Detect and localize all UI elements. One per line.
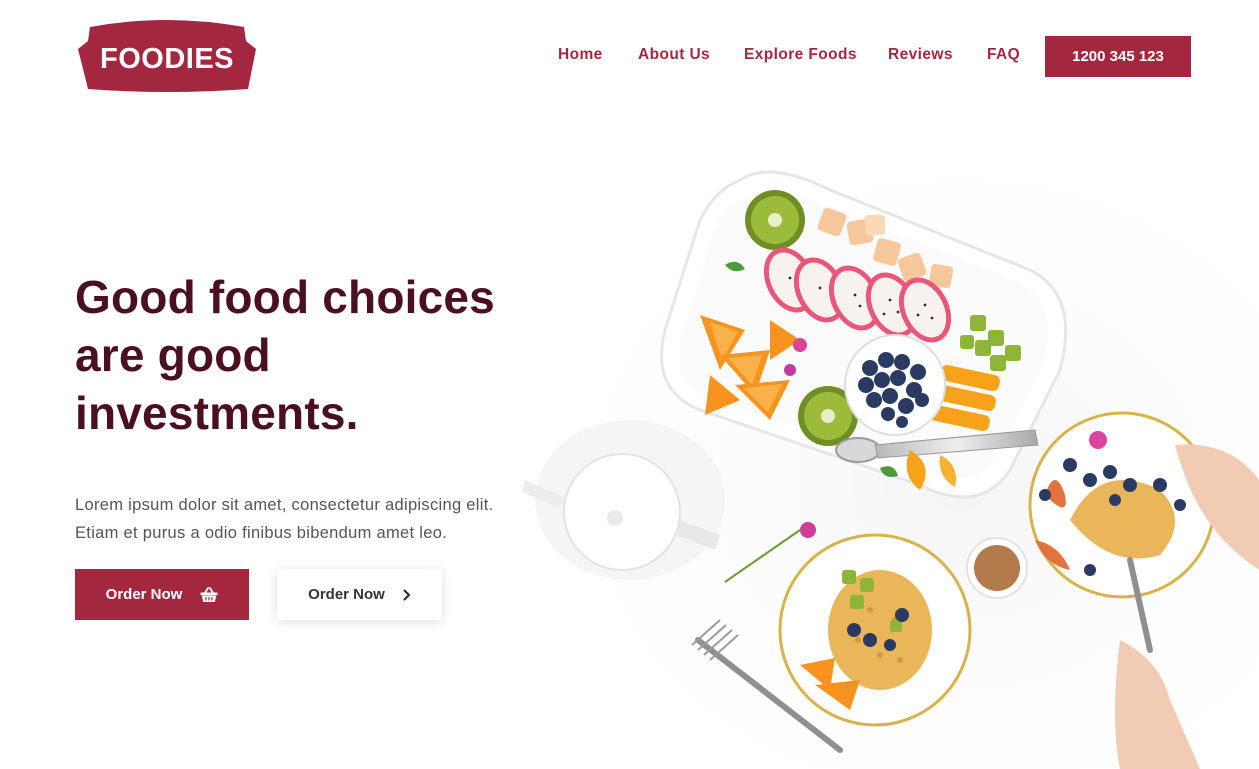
pancake-plate-front (778, 533, 972, 727)
food-photo (510, 140, 1259, 769)
nav-faq[interactable]: FAQ (987, 46, 1020, 64)
order-now-secondary-label: Order Now (308, 586, 385, 603)
nav-about-us[interactable]: About Us (638, 46, 710, 64)
coffee-cup (966, 537, 1028, 599)
order-now-secondary-button[interactable]: Order Now (277, 569, 442, 620)
nav-home[interactable]: Home (558, 46, 603, 64)
basket-icon (200, 586, 218, 602)
foodies-logo[interactable]: FOODIES (76, 19, 258, 94)
landing-page: FOODIES Home About Us Explore Foods Revi… (0, 0, 1259, 769)
order-now-primary-label: Order Now (105, 586, 183, 603)
phone-button[interactable]: 1200 345 123 (1045, 36, 1191, 77)
logo-text: FOODIES (99, 43, 234, 75)
chevron-right-icon (403, 588, 410, 601)
nav-explore-foods[interactable]: Explore Foods (744, 46, 857, 64)
nav-reviews[interactable]: Reviews (888, 46, 953, 64)
pancake-plate-right (1028, 411, 1216, 599)
order-now-primary-button[interactable]: Order Now (75, 569, 249, 620)
